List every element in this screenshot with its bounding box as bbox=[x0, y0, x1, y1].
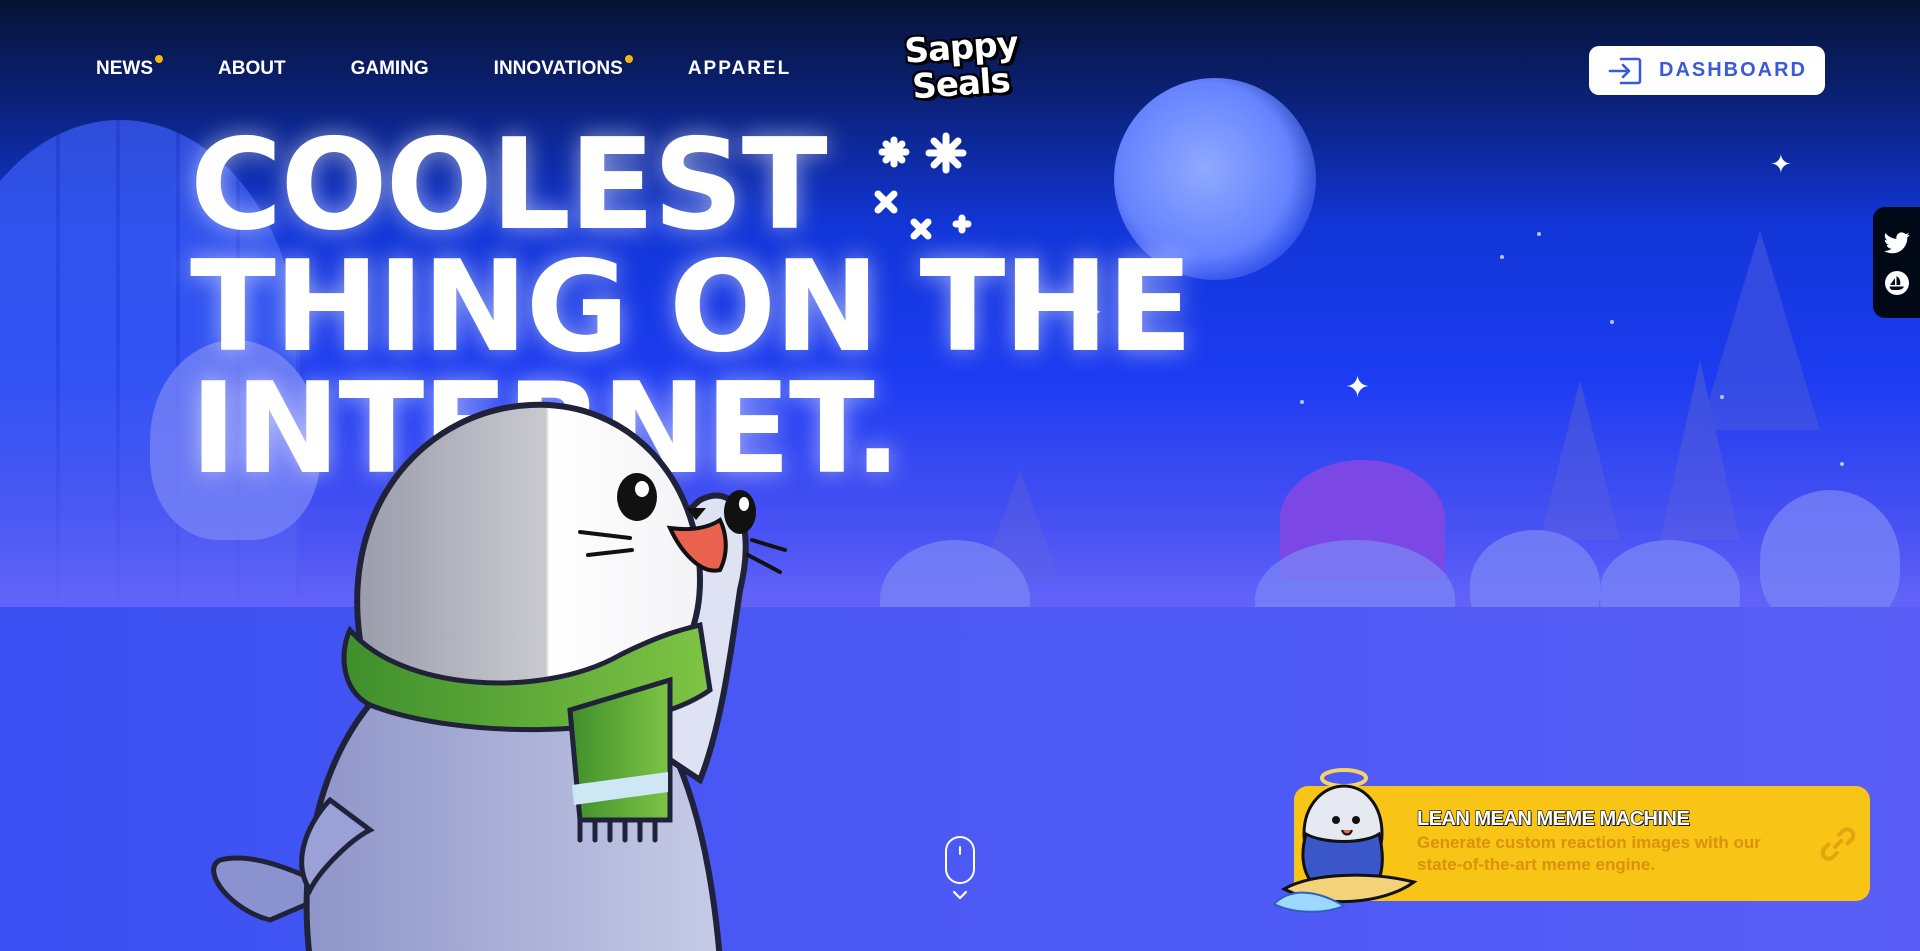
nav-item-apparel[interactable]: APPAREL bbox=[688, 58, 791, 80]
notification-dot bbox=[155, 55, 163, 63]
scroll-indicator[interactable] bbox=[945, 836, 975, 902]
nav-item-label: NEWS bbox=[96, 58, 153, 79]
notification-dot bbox=[624, 55, 633, 63]
nav-item-label: INNOVATIONS bbox=[493, 58, 623, 79]
star-sparkle-icon: ✦ bbox=[1345, 370, 1371, 405]
nav-item-innovations[interactable]: INNOVATIONS bbox=[493, 55, 633, 80]
sappy-seals-logo[interactable]: Sappy Seals bbox=[903, 24, 1019, 113]
seal-character-illustration bbox=[211, 401, 787, 951]
chevron-down-icon bbox=[952, 890, 968, 900]
meme-card-title: LEAN MEAN MEME MACHINE bbox=[1416, 807, 1690, 830]
nav-item-label: GAMING bbox=[350, 58, 429, 79]
login-arrow-icon bbox=[1608, 57, 1642, 84]
headline-line: COOLEST bbox=[190, 111, 828, 258]
nav-item-label: ABOUT bbox=[218, 58, 286, 79]
sparkle-decoration-icon bbox=[874, 132, 972, 240]
main-nav: NEWS ABOUT GAMING INNOVATIONS APPAREL bbox=[96, 55, 856, 80]
headline-line: THING ON THE bbox=[190, 233, 1193, 380]
star-dot bbox=[1300, 400, 1304, 404]
mouse-scroll-icon bbox=[945, 836, 975, 884]
star-dot bbox=[1500, 255, 1504, 259]
logo-line2: Seals bbox=[910, 60, 1011, 108]
nav-item-gaming[interactable]: GAMING bbox=[351, 58, 429, 80]
social-bar bbox=[1873, 207, 1920, 318]
link-icon[interactable] bbox=[1818, 824, 1858, 864]
star-dot bbox=[1610, 320, 1614, 324]
star-dot bbox=[1537, 232, 1541, 236]
nav-item-label: APPAREL bbox=[687, 58, 792, 79]
star-dot bbox=[1840, 462, 1844, 466]
meme-card-description: Generate custom reaction images with our… bbox=[1417, 833, 1761, 874]
dashboard-button[interactable]: DASHBOARD bbox=[1589, 46, 1825, 95]
nav-item-about[interactable]: ABOUT bbox=[218, 58, 286, 80]
dashboard-button-label: DASHBOARD bbox=[1659, 59, 1807, 81]
star-dot bbox=[1720, 395, 1724, 399]
meme-machine-card[interactable]: LEAN MEAN MEME MACHINE Generate custom r… bbox=[1272, 768, 1870, 913]
opensea-icon[interactable] bbox=[1883, 269, 1911, 297]
star-sparkle-icon: ✦ bbox=[1770, 150, 1792, 180]
twitter-icon[interactable] bbox=[1883, 229, 1911, 257]
nav-item-news[interactable]: NEWS bbox=[96, 55, 163, 80]
surfing-seal-illustration bbox=[1272, 768, 1418, 913]
